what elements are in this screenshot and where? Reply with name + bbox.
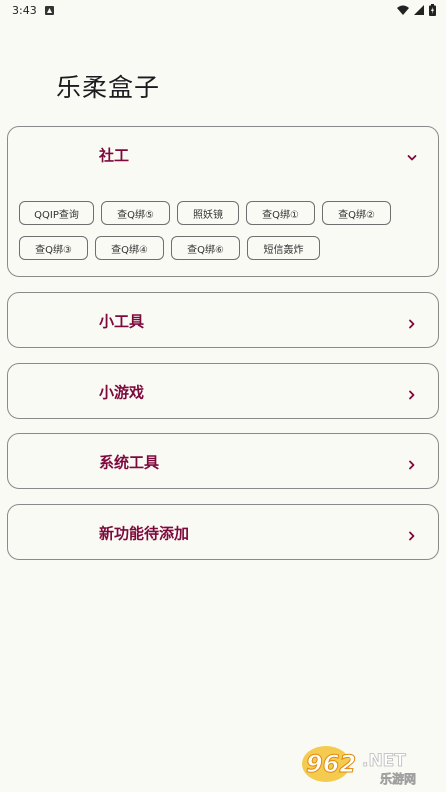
chevron-right-icon — [406, 456, 418, 470]
chip-qbind-3[interactable]: 查Q绑③ — [19, 236, 88, 260]
section-header-tools[interactable]: 小工具 — [8, 293, 438, 349]
chip-qbind-5[interactable]: 查Q绑⑤ — [101, 201, 170, 225]
chip-qbind-4[interactable]: 查Q绑④ — [95, 236, 164, 260]
section-card-system-tools[interactable]: 系统工具 — [7, 433, 439, 489]
section-title: 新功能待添加 — [99, 524, 190, 543]
section-header-games[interactable]: 小游戏 — [8, 364, 438, 420]
section-header-system-tools[interactable]: 系统工具 — [8, 434, 438, 490]
section-title: 社工 — [99, 146, 130, 165]
svg-text:962: 962 — [306, 750, 356, 778]
notification-icon — [44, 5, 54, 15]
section-title: 小游戏 — [99, 383, 145, 402]
section-card-social: 社工 QQIP查询 查Q绑⑤ 照妖镜 查Q绑① 查Q绑② 查Q绑③ 查Q绑④ 查… — [7, 126, 439, 277]
status-bar: 3:43 — [0, 0, 446, 20]
section-card-new-features[interactable]: 新功能待添加 — [7, 504, 439, 560]
section-card-tools[interactable]: 小工具 — [7, 292, 439, 348]
svg-text:.NET: .NET — [362, 751, 406, 771]
signal-icon — [414, 5, 424, 15]
chevron-right-icon — [406, 315, 418, 329]
section-header-new-features[interactable]: 新功能待添加 — [8, 505, 438, 561]
chip-qbind-2[interactable]: 查Q绑② — [322, 201, 391, 225]
chip-zhaoyaojing[interactable]: 照妖镜 — [177, 201, 239, 225]
svg-text:乐游网: 乐游网 — [380, 771, 416, 786]
battery-icon — [429, 4, 436, 16]
section-title: 系统工具 — [99, 453, 160, 472]
chevron-right-icon — [406, 386, 418, 400]
chip-qbind-6[interactable]: 查Q绑⑥ — [171, 236, 240, 260]
chip-qqip[interactable]: QQIP查询 — [19, 201, 94, 225]
chevron-right-icon — [406, 527, 418, 541]
watermark-logo: 962 .NET 乐游网 — [300, 740, 440, 786]
status-time: 3:43 — [12, 3, 37, 17]
section-title: 小工具 — [99, 312, 145, 331]
wifi-icon — [397, 5, 409, 15]
chip-sms-bomb[interactable]: 短信轰炸 — [247, 236, 320, 260]
section-card-games[interactable]: 小游戏 — [7, 363, 439, 419]
section-header-social[interactable]: 社工 — [8, 127, 438, 183]
page-title: 乐柔盒子 — [56, 73, 161, 102]
chip-qbind-1[interactable]: 查Q绑① — [246, 201, 315, 225]
chevron-down-icon — [406, 149, 418, 161]
